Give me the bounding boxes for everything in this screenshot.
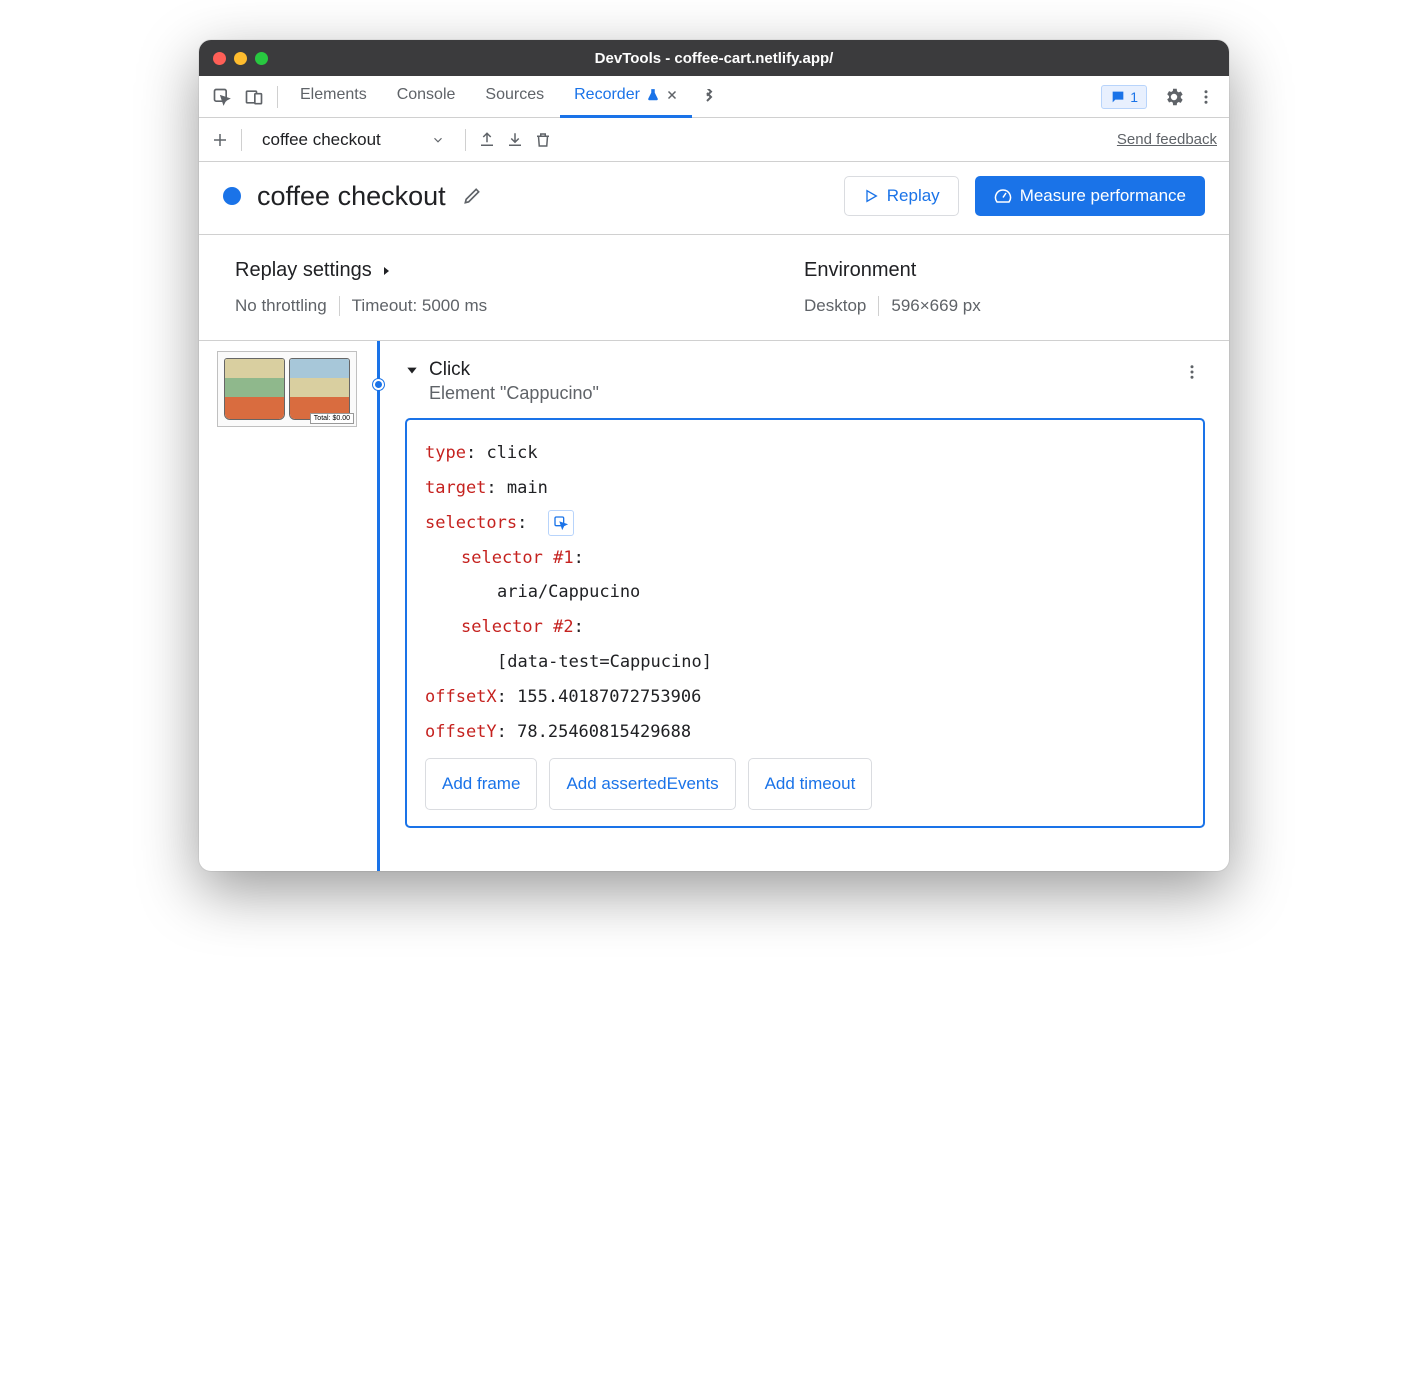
tab-recorder[interactable]: Recorder <box>560 76 692 118</box>
timeline <box>369 341 397 871</box>
key-selector-2: selector #2 <box>461 617 574 637</box>
issues-badge[interactable]: 1 <box>1101 85 1147 109</box>
key-type: type <box>425 443 466 463</box>
tab-label: Console <box>397 86 456 104</box>
key-selectors: selectors <box>425 513 517 533</box>
delete-icon[interactable] <box>534 131 552 149</box>
import-icon[interactable] <box>506 131 524 149</box>
tab-elements[interactable]: Elements <box>286 76 381 118</box>
step-thumbnail[interactable]: Total: $0.00 <box>217 351 357 427</box>
throttling-value: No throttling <box>235 296 327 316</box>
key-offsetx: offsetX <box>425 687 497 707</box>
add-frame-button[interactable]: Add frame <box>425 758 537 811</box>
heading-label: Replay settings <box>235 259 372 282</box>
collapse-step-icon[interactable] <box>405 363 419 377</box>
kebab-menu-icon[interactable] <box>1191 82 1221 112</box>
close-window-button[interactable] <box>213 52 226 65</box>
tab-sources[interactable]: Sources <box>471 76 558 118</box>
step-title: Click <box>429 359 1169 381</box>
device-toolbar-icon[interactable] <box>239 82 269 112</box>
titlebar: DevTools - coffee-cart.netlify.app/ <box>199 40 1229 76</box>
val-offsetx[interactable]: 155.40187072753906 <box>517 687 701 707</box>
divider <box>465 129 466 151</box>
tab-label: Sources <box>485 86 544 104</box>
device-value: Desktop <box>804 296 866 316</box>
gauge-icon <box>994 187 1012 205</box>
more-tabs-icon[interactable] <box>694 82 724 112</box>
step-detail-panel: type: click target: main selectors: sele… <box>405 418 1205 828</box>
key-target: target <box>425 478 486 498</box>
val-type[interactable]: click <box>486 443 537 463</box>
dimensions-value: 596×669 px <box>891 296 980 316</box>
chevron-right-icon <box>380 265 392 277</box>
val-offsety[interactable]: 78.25460815429688 <box>517 722 691 742</box>
price-tag: Total: $0.00 <box>310 413 354 424</box>
divider <box>241 129 242 151</box>
devtools-tabbar: Elements Console Sources Recorder 1 <box>199 76 1229 118</box>
edit-title-icon[interactable] <box>462 186 482 206</box>
tab-label: Elements <box>300 86 367 104</box>
heading-label: Environment <box>804 259 916 282</box>
timeout-value: Timeout: 5000 ms <box>352 296 487 316</box>
settings-icon[interactable] <box>1159 82 1189 112</box>
maximize-window-button[interactable] <box>255 52 268 65</box>
replay-settings-heading[interactable]: Replay settings <box>235 259 624 282</box>
recorder-toolbar: coffee checkout Send feedback <box>199 118 1229 162</box>
key-offsety: offsetY <box>425 722 497 742</box>
window-title: DevTools - coffee-cart.netlify.app/ <box>199 50 1229 67</box>
step-subtitle: Element "Cappucino" <box>429 383 1169 404</box>
flask-icon <box>646 88 660 102</box>
traffic-lights <box>213 52 268 65</box>
key-selector-1: selector #1 <box>461 548 574 568</box>
add-timeout-button[interactable]: Add timeout <box>748 758 873 811</box>
message-icon <box>1110 89 1126 105</box>
devtools-window: DevTools - coffee-cart.netlify.app/ Elem… <box>199 40 1229 871</box>
step-actions: Add frame Add assertedEvents Add timeout <box>425 758 1185 811</box>
chevron-down-icon <box>431 133 445 147</box>
step-menu-icon[interactable] <box>1179 359 1205 385</box>
cup-graphic <box>224 358 285 420</box>
send-feedback-link[interactable]: Send feedback <box>1117 131 1217 148</box>
val-selector-2[interactable]: [data-test=Cappucino] <box>497 652 712 672</box>
steps-area: Total: $0.00 Click Element "Cappucino" <box>199 341 1229 871</box>
new-recording-icon[interactable] <box>211 131 229 149</box>
replay-button[interactable]: Replay <box>844 176 959 216</box>
recording-header: coffee checkout Replay Measure performan… <box>199 162 1229 235</box>
recording-select[interactable]: coffee checkout <box>254 130 453 150</box>
pick-selector-icon[interactable] <box>548 510 574 536</box>
tab-label: Recorder <box>574 86 640 104</box>
export-icon[interactable] <box>478 131 496 149</box>
tab-console[interactable]: Console <box>383 76 470 118</box>
recording-title: coffee checkout <box>257 181 446 212</box>
environment-heading: Environment <box>804 259 1193 282</box>
play-icon <box>863 188 879 204</box>
val-target[interactable]: main <box>507 478 548 498</box>
timeline-dot <box>373 379 384 390</box>
divider <box>277 86 278 108</box>
timeline-line <box>377 341 380 871</box>
button-label: Measure performance <box>1020 186 1186 206</box>
recording-name: coffee checkout <box>262 130 381 150</box>
cup-graphic <box>289 358 350 420</box>
close-tab-icon[interactable] <box>666 89 678 101</box>
step-detail-column: Click Element "Cappucino" type: click ta… <box>397 341 1229 871</box>
step-header: Click Element "Cappucino" <box>405 359 1205 404</box>
recording-status-dot <box>223 187 241 205</box>
settings-row: Replay settings No throttling Timeout: 5… <box>199 235 1229 341</box>
thumbnail-column: Total: $0.00 <box>199 341 369 871</box>
button-label: Replay <box>887 186 940 206</box>
divider <box>878 296 879 316</box>
issues-count: 1 <box>1130 89 1138 105</box>
inspect-element-icon[interactable] <box>207 82 237 112</box>
minimize-window-button[interactable] <box>234 52 247 65</box>
measure-performance-button[interactable]: Measure performance <box>975 176 1205 216</box>
divider <box>339 296 340 316</box>
add-asserted-events-button[interactable]: Add assertedEvents <box>549 758 735 811</box>
val-selector-1[interactable]: aria/Cappucino <box>497 582 640 602</box>
